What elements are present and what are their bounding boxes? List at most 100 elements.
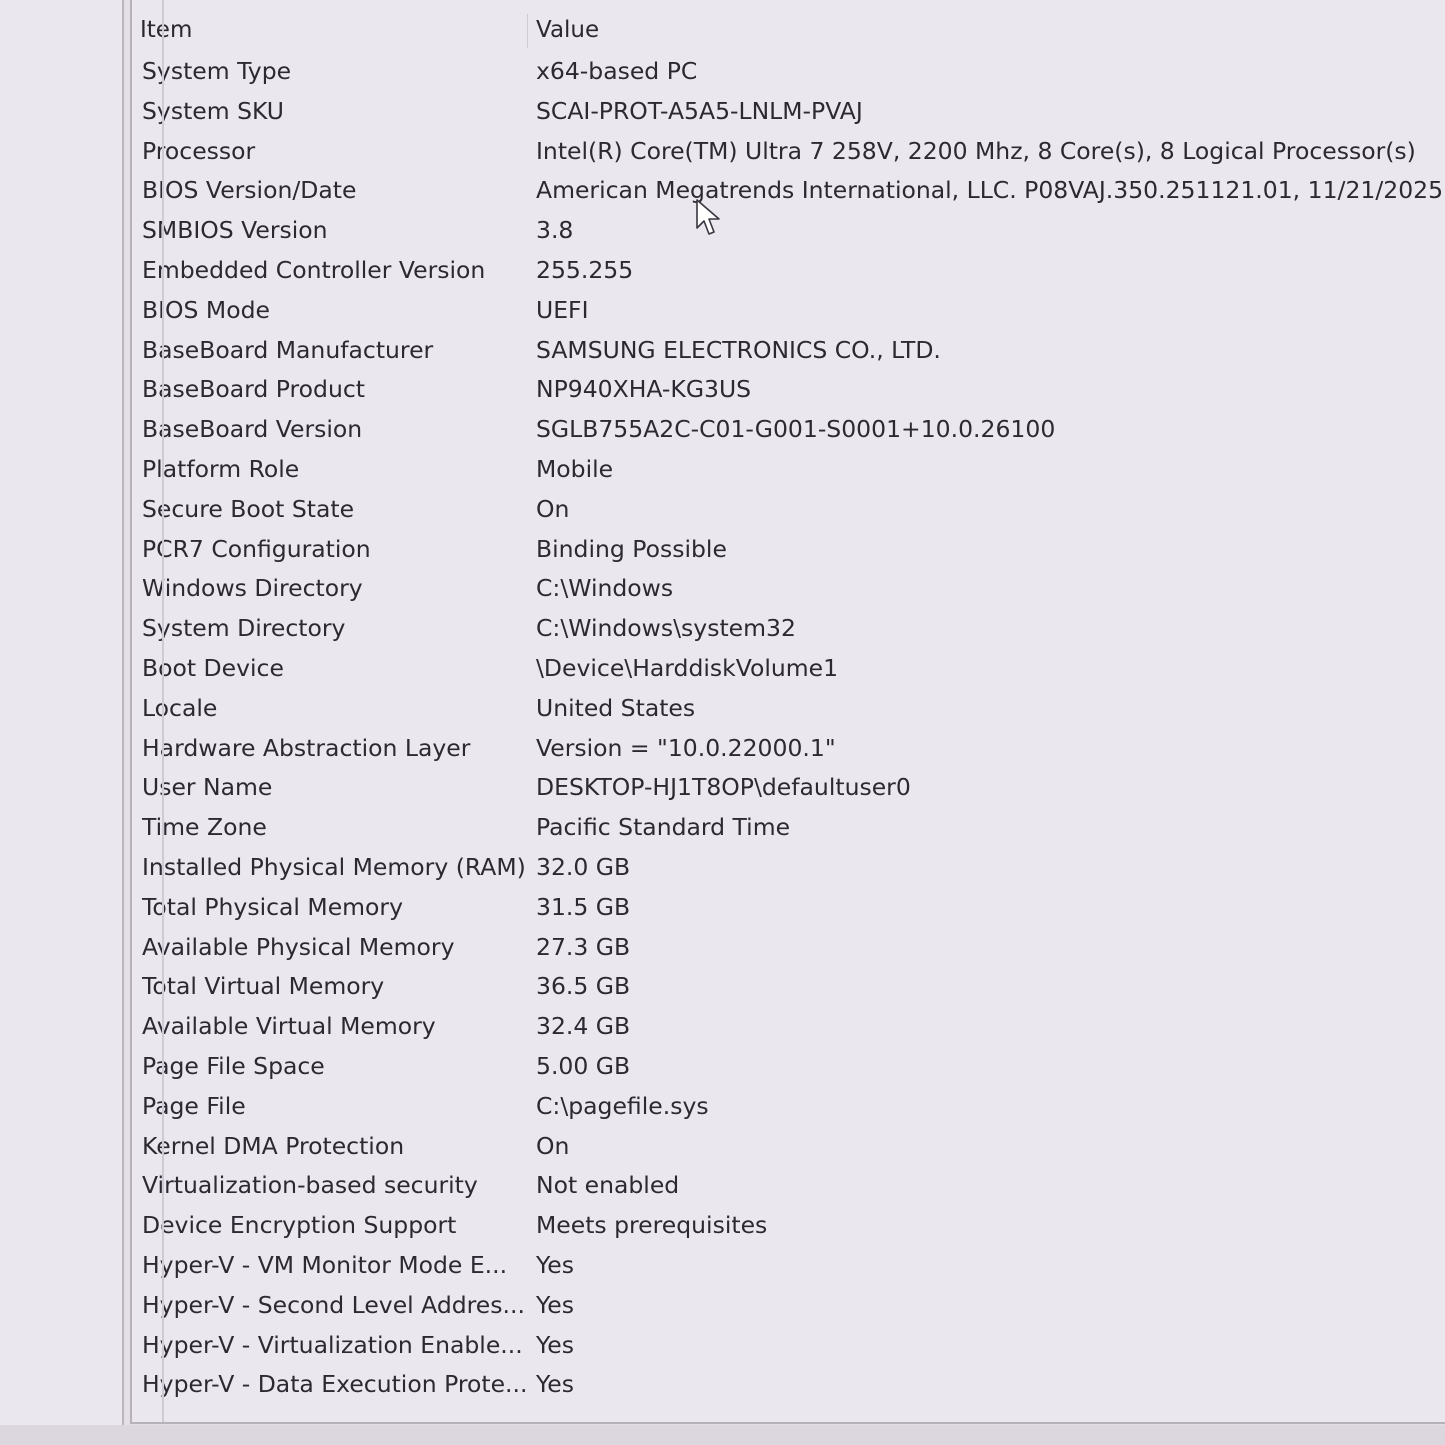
table-row[interactable]: Hyper-V - VM Monitor Mode E... Yes xyxy=(132,1246,1445,1286)
row-item-label: Windows Directory xyxy=(142,574,363,603)
row-item-label: BaseBoard Manufacturer xyxy=(142,335,434,364)
row-value: On xyxy=(536,1131,570,1160)
row-value: SAMSUNG ELECTRONICS CO., LTD. xyxy=(536,335,941,364)
row-value: 3.8 xyxy=(536,216,574,245)
row-item-label: Boot Device xyxy=(142,653,284,682)
table-row[interactable]: Hardware Abstraction Layer Version = "10.… xyxy=(132,729,1445,769)
row-item-label: Device Encryption Support xyxy=(142,1211,457,1240)
row-value: x64-based PC xyxy=(536,57,698,85)
row-value: Yes xyxy=(536,1290,574,1319)
row-item-label: System Type xyxy=(142,57,292,85)
table-row[interactable]: Locale United States xyxy=(132,689,1445,729)
row-item-label: Hardware Abstraction Layer xyxy=(142,733,471,762)
row-item-label: Total Virtual Memory xyxy=(142,972,385,1001)
row-value: American Megatrends International, LLC. … xyxy=(536,176,1444,205)
table-row[interactable]: Page File C:\pagefile.sys xyxy=(132,1087,1445,1127)
table-row[interactable]: BaseBoard Product NP940XHA-KG3US xyxy=(132,370,1445,410)
table-row[interactable]: Available Virtual Memory 32.4 GB xyxy=(132,1007,1445,1047)
row-item-label: SMBIOS Version xyxy=(142,216,328,245)
row-item-label: Embedded Controller Version xyxy=(142,255,486,284)
table-row[interactable]: SMBIOS Version 3.8 xyxy=(132,211,1445,251)
table-row[interactable]: User Name DESKTOP-HJ1T8OP\defaultuser0 xyxy=(132,768,1445,808)
column-header-value[interactable]: Value xyxy=(536,10,599,50)
row-item-label: Available Virtual Memory xyxy=(142,1012,436,1041)
row-item-label: Locale xyxy=(142,693,218,722)
table-row[interactable]: BaseBoard Version SGLB755A2C-C01-G001-S00… xyxy=(132,410,1445,450)
table-row[interactable]: Processor Intel(R) Core(TM) Ultra 7 258V,… xyxy=(132,132,1445,172)
row-value: Version = "10.0.22000.1" xyxy=(536,733,836,762)
row-item-label: System SKU xyxy=(142,96,284,125)
row-value: 36.5 GB xyxy=(536,972,631,1001)
table-row[interactable]: Windows Directory C:\Windows xyxy=(132,569,1445,609)
table-row[interactable]: Total Virtual Memory 36.5 GB xyxy=(132,967,1445,1007)
row-value: C:\pagefile.sys xyxy=(536,1091,709,1120)
row-item-label: Hyper-V - Second Level Addres... xyxy=(142,1290,525,1319)
list-header: Item Value xyxy=(134,10,1445,50)
table-row[interactable]: Hyper-V - Virtualization Enable... Yes xyxy=(132,1326,1445,1366)
row-value: C:\Windows xyxy=(536,574,674,603)
table-row[interactable]: Installed Physical Memory (RAM) 32.0 GB xyxy=(132,848,1445,888)
table-row[interactable]: BIOS Mode UEFI xyxy=(132,291,1445,331)
column-divider[interactable] xyxy=(527,14,528,48)
table-row[interactable]: Page File Space 5.00 GB xyxy=(132,1047,1445,1087)
row-value: 31.5 GB xyxy=(536,892,631,921)
table-row[interactable]: Kernel DMA Protection On xyxy=(132,1127,1445,1167)
table-row[interactable]: BaseBoard Manufacturer SAMSUNG ELECTRONIC… xyxy=(132,331,1445,371)
table-row[interactable]: Platform Role Mobile xyxy=(132,450,1445,490)
row-item-label: System Directory xyxy=(142,614,346,643)
row-item-label: Page File Space xyxy=(142,1051,325,1080)
row-value: DESKTOP-HJ1T8OP\defaultuser0 xyxy=(536,773,911,802)
row-item-label: Secure Boot State xyxy=(142,494,355,523)
row-value: Binding Possible xyxy=(536,534,727,563)
row-value: 255.255 xyxy=(536,255,634,284)
row-value: \Device\HarddiskVolume1 xyxy=(536,653,839,682)
row-item-label: Total Physical Memory xyxy=(142,892,403,921)
table-row[interactable]: Available Physical Memory 27.3 GB xyxy=(132,928,1445,968)
row-item-label: BIOS Version/Date xyxy=(142,176,357,205)
system-information-window: Item Value System Type x64-based PC System… xyxy=(0,0,1445,1445)
row-value: C:\Windows\system32 xyxy=(536,614,796,643)
table-row[interactable]: Secure Boot State On xyxy=(132,490,1445,530)
table-row[interactable]: Hyper-V - Second Level Addres... Yes xyxy=(132,1286,1445,1326)
row-value: Yes xyxy=(536,1330,574,1359)
table-row[interactable]: Total Physical Memory 31.5 GB xyxy=(132,888,1445,928)
row-value: United States xyxy=(536,693,696,722)
row-item-label: BIOS Mode xyxy=(142,295,270,324)
row-value: 32.4 GB xyxy=(536,1012,631,1041)
table-row[interactable]: System Directory C:\Windows\system32 xyxy=(132,609,1445,649)
table-row[interactable]: Device Encryption Support Meets prerequis… xyxy=(132,1206,1445,1246)
row-value: Meets prerequisites xyxy=(536,1211,768,1240)
table-row[interactable]: Hyper-V - Data Execution Prote... Yes xyxy=(132,1365,1445,1405)
table-row[interactable]: Virtualization-based security Not enabled xyxy=(132,1166,1445,1206)
row-item-label: BaseBoard Product xyxy=(142,375,365,404)
table-row[interactable]: Boot Device \Device\HarddiskVolume1 xyxy=(132,649,1445,689)
row-value: NP940XHA-KG3US xyxy=(536,375,752,404)
row-item-label: User Name xyxy=(142,773,273,802)
row-item-label: Hyper-V - Data Execution Prote... xyxy=(142,1370,528,1399)
table-row[interactable]: BIOS Version/Date American Megatrends Int… xyxy=(132,171,1445,211)
table-row[interactable]: System SKU SCAI-PROT-A5A5-LNLM-PVAJ xyxy=(132,92,1445,132)
table-row[interactable]: PCR7 Configuration Binding Possible xyxy=(132,530,1445,570)
row-item-label: Available Physical Memory xyxy=(142,932,455,961)
row-item-label: Installed Physical Memory (RAM) xyxy=(142,852,526,881)
table-row[interactable]: System Type x64-based PC xyxy=(132,52,1445,92)
row-item-label: Kernel DMA Protection xyxy=(142,1131,405,1160)
row-value: UEFI xyxy=(536,295,589,324)
row-item-label: Hyper-V - VM Monitor Mode E... xyxy=(142,1250,508,1279)
row-value: Mobile xyxy=(536,454,614,483)
row-item-label: Page File xyxy=(142,1091,246,1120)
row-item-label: Virtualization-based security xyxy=(142,1171,478,1200)
row-value: On xyxy=(536,494,570,523)
row-value: SGLB755A2C-C01-G001-S0001+10.0.26100 xyxy=(536,415,1056,444)
column-header-item[interactable]: Item xyxy=(140,10,192,50)
system-summary-list[interactable]: Item Value System Type x64-based PC System… xyxy=(130,0,1445,1424)
row-value: 5.00 GB xyxy=(536,1051,631,1080)
row-value: SCAI-PROT-A5A5-LNLM-PVAJ xyxy=(536,96,863,125)
category-tree-pane[interactable] xyxy=(0,0,124,1425)
window-bottom-edge xyxy=(0,1425,1445,1445)
row-item-label: BaseBoard Version xyxy=(142,415,363,444)
table-row[interactable]: Time Zone Pacific Standard Time xyxy=(132,808,1445,848)
row-item-label: Platform Role xyxy=(142,454,300,483)
table-row[interactable]: Embedded Controller Version 255.255 xyxy=(132,251,1445,291)
row-item-label: Hyper-V - Virtualization Enable... xyxy=(142,1330,523,1359)
